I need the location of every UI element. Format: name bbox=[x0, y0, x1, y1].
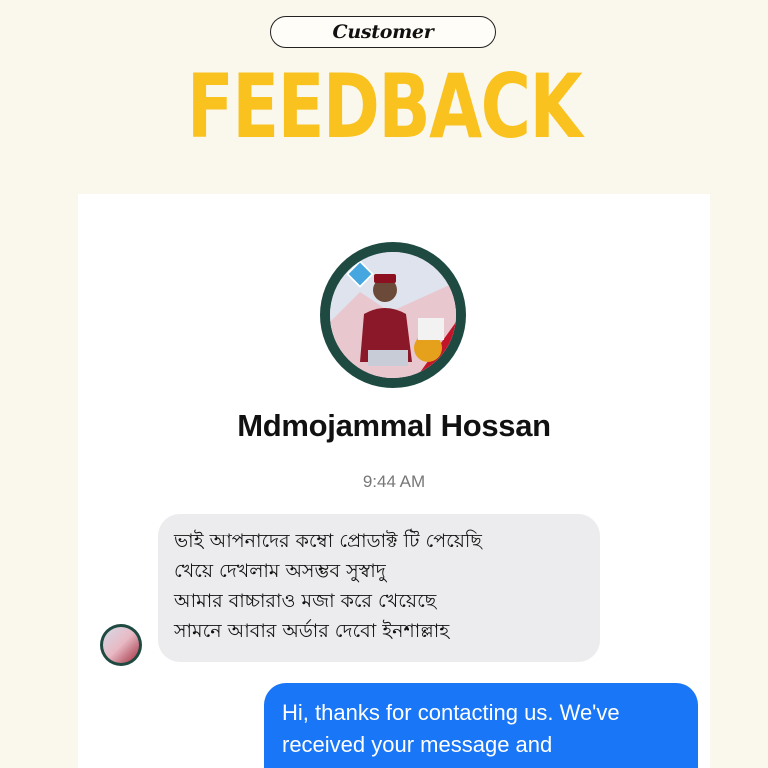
message-timestamp: 9:44 AM bbox=[362, 472, 426, 491]
incoming-message-line: খেয়ে দেখলাম অসম্ভব সুস্বাদু bbox=[174, 560, 386, 582]
customer-pill-label: Customer bbox=[270, 16, 496, 48]
sender-avatar-photo bbox=[103, 627, 139, 663]
incoming-message-bubble[interactable]: ভাই আপনাদের কম্বো প্রোডাক্ট টি পেয়েছি খ… bbox=[158, 514, 600, 662]
chat-screenshot-card: Mdmojammal Hossan 9:44 AM ভাই আপনাদের কম… bbox=[78, 194, 710, 768]
incoming-message-line: আমার বাচ্চারাও মজা করে খেয়েছে bbox=[174, 590, 437, 612]
contact-name: Mdmojammal Hossan bbox=[237, 408, 551, 443]
feedback-headline: FEEDBACK bbox=[186, 55, 583, 158]
outgoing-message-line: Hi, thanks for contacting us. We've bbox=[282, 700, 620, 725]
customer-label-text: Customer bbox=[332, 21, 434, 43]
profile-photo bbox=[330, 252, 456, 378]
profile-avatar[interactable] bbox=[320, 242, 466, 388]
outgoing-message-line: received your message and bbox=[282, 732, 553, 757]
sender-avatar[interactable] bbox=[100, 624, 142, 666]
incoming-message-line: ভাই আপনাদের কম্বো প্রোডাক্ট টি পেয়েছি bbox=[174, 530, 482, 552]
outgoing-message-bubble[interactable]: Hi, thanks for contacting us. We've rece… bbox=[264, 683, 698, 768]
incoming-message-line: সামনে আবার অর্ডার দেবো ইনশাল্লাহ bbox=[174, 620, 450, 642]
